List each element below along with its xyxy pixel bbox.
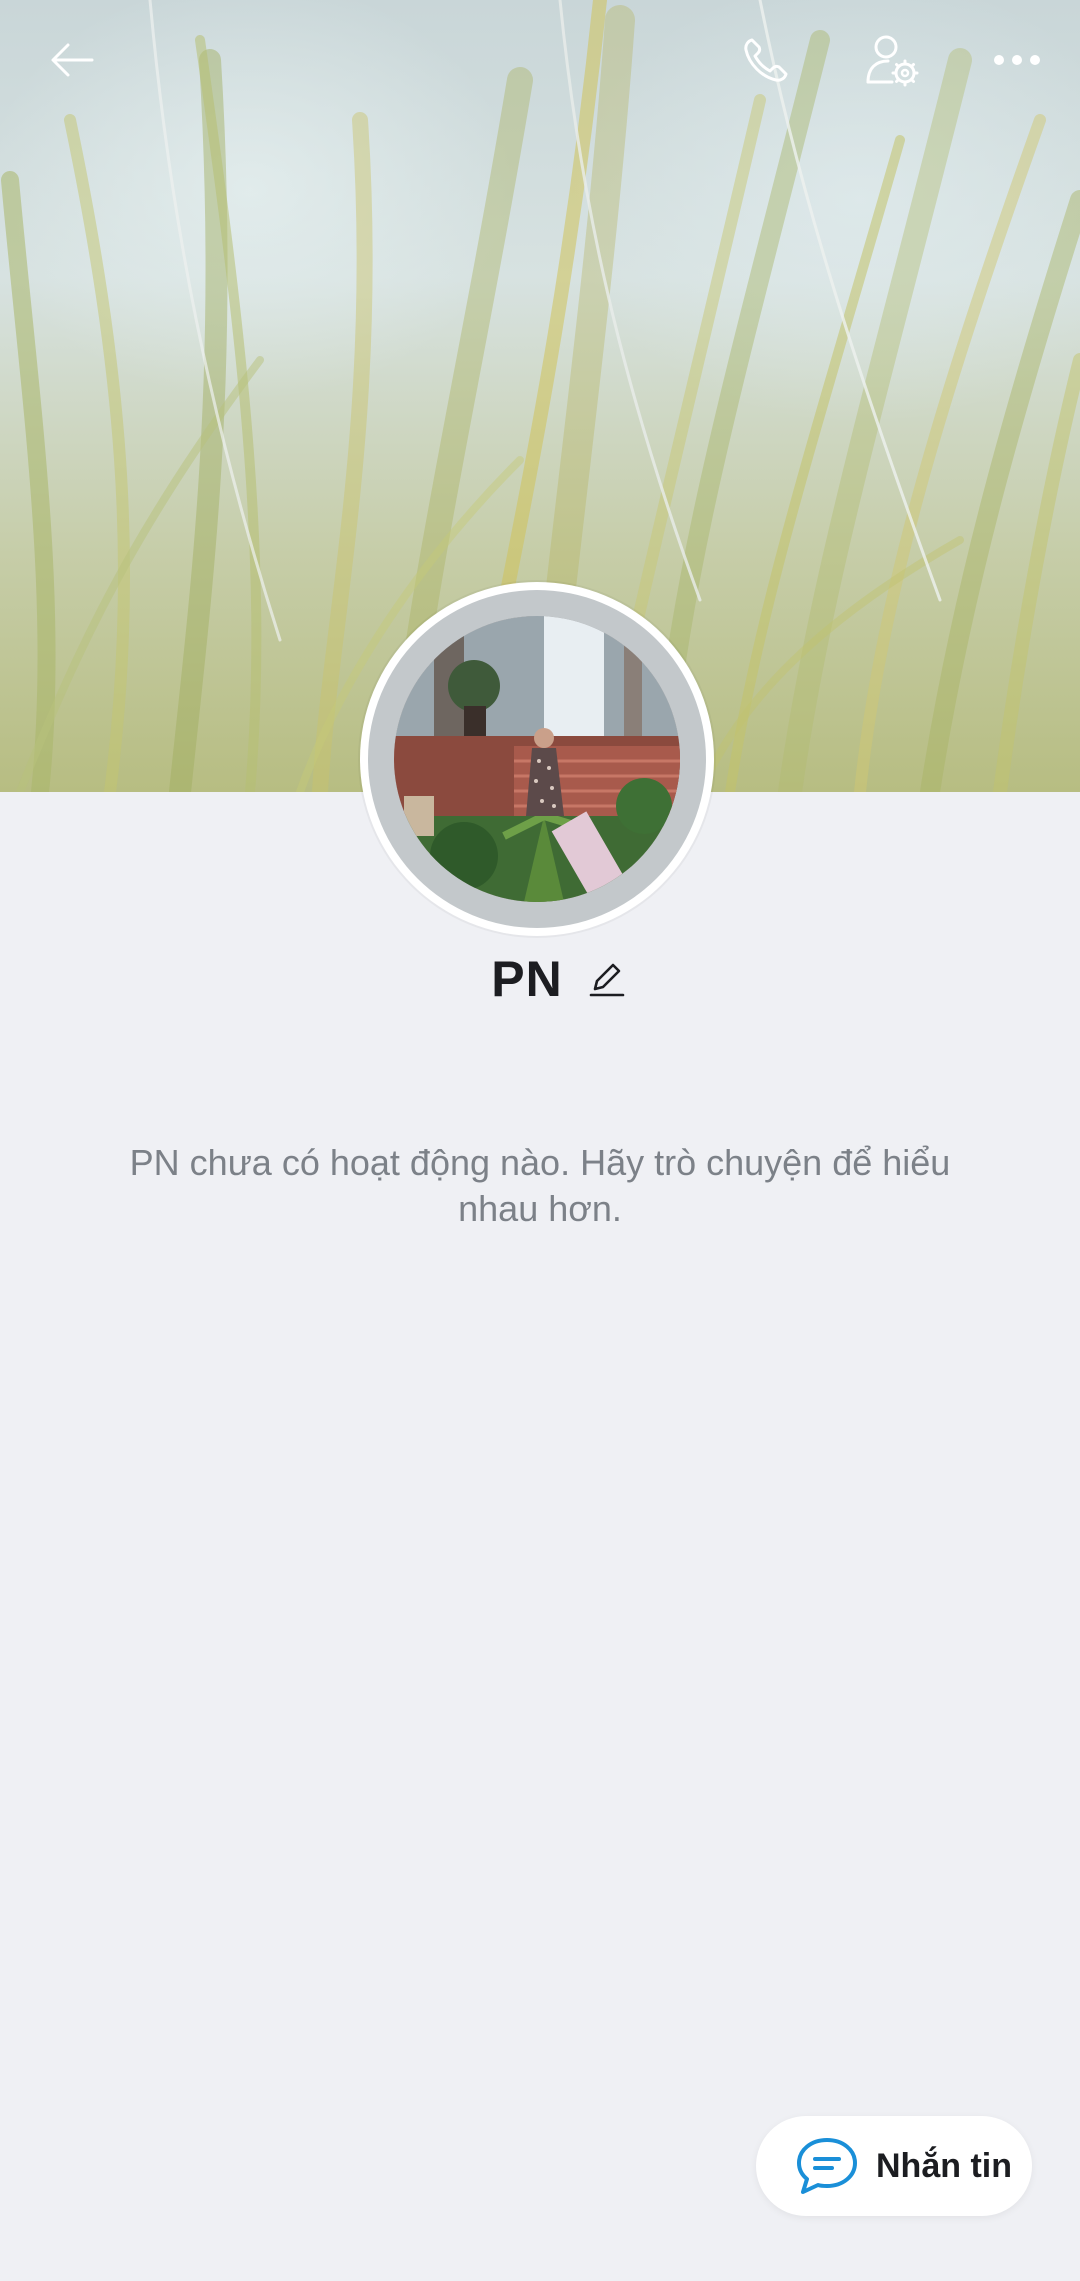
phone-icon: [744, 38, 788, 82]
call-button[interactable]: [734, 28, 798, 92]
arrow-left-icon: [51, 43, 94, 77]
top-navigation-bar: [0, 0, 1080, 120]
profile-avatar[interactable]: [394, 616, 680, 902]
more-options-button[interactable]: [985, 28, 1049, 92]
back-button[interactable]: [40, 28, 104, 92]
more-horizontal-icon: [994, 55, 1040, 65]
edit-name-button[interactable]: [585, 957, 629, 1001]
send-message-button[interactable]: Nhắn tin: [756, 2116, 1032, 2216]
profile-name-row: PN: [0, 944, 1080, 1014]
chat-bubble-icon: [797, 2138, 857, 2194]
avatar-photo-illustration: [394, 616, 680, 902]
profile-name: PN: [491, 951, 563, 1007]
empty-activity-message: PN chưa có hoạt động nào. Hãy trò chuyện…: [129, 1142, 951, 1229]
user-gear-icon: [866, 35, 919, 87]
profile-avatar-frame[interactable]: [360, 582, 714, 936]
profile-settings-button[interactable]: [860, 28, 924, 92]
send-message-label: Nhắn tin: [876, 2146, 1012, 2185]
pencil-icon: [589, 963, 625, 997]
